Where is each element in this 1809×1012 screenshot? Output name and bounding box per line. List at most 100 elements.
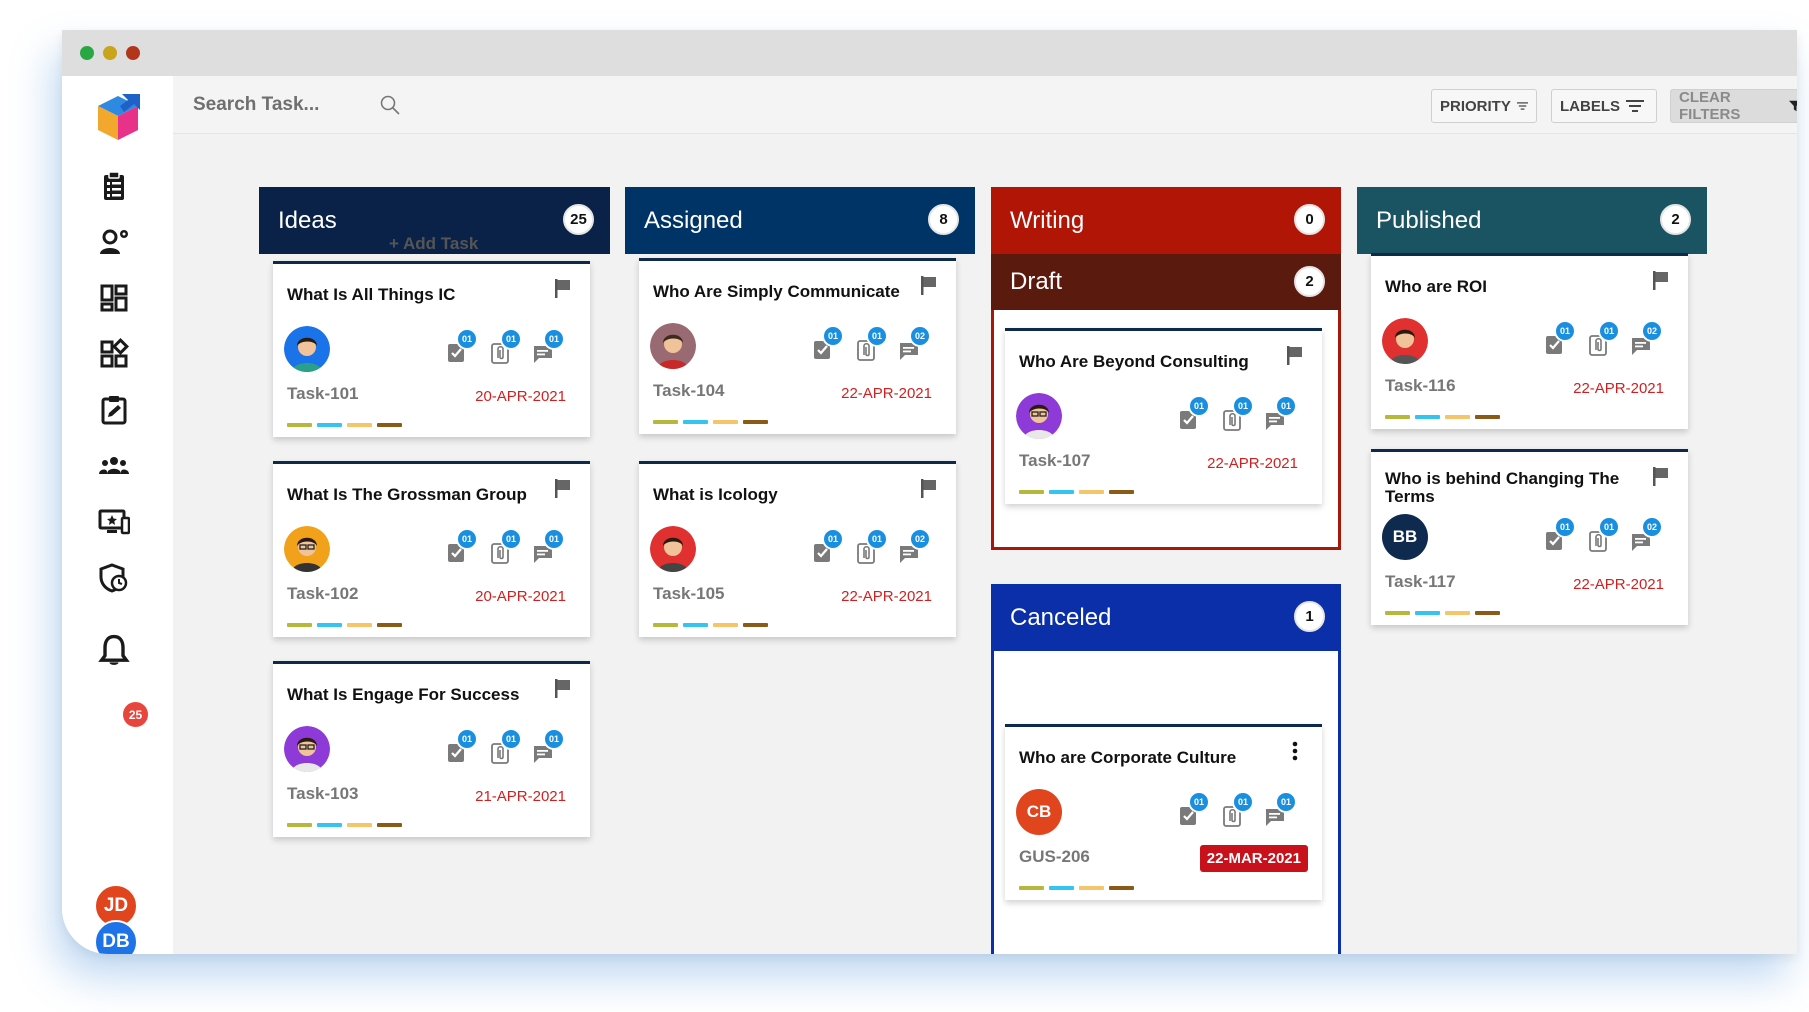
checklist-indicator[interactable]: 01 [1178,791,1210,829]
checklist-indicator[interactable]: 01 [1178,395,1210,433]
labels-filter-button[interactable]: LABELS [1551,89,1657,123]
comment-indicator[interactable]: 01 [533,728,565,766]
checklist-indicator[interactable]: 01 [1544,320,1576,358]
label-chip [683,420,708,424]
user-settings-icon[interactable] [98,226,130,258]
attachment-count: 01 [500,328,522,350]
comment-indicator[interactable]: 02 [899,325,931,363]
task-card-task-105[interactable]: What is Icology 01 01 02 Task-105 22-APR… [639,461,956,637]
flag-icon[interactable] [553,678,573,698]
task-card-task-116[interactable]: Who are ROI 01 01 02 Task-116 22-APR-202… [1371,253,1688,429]
attachment-indicator[interactable]: 01 [856,528,888,566]
label-chip [1079,490,1104,494]
label-strip [287,823,402,827]
attachment-indicator[interactable]: 01 [1222,791,1254,829]
task-id: Task-117 [1385,572,1456,591]
attachment-indicator[interactable]: 01 [1588,320,1620,358]
assignee-avatar[interactable] [284,526,330,572]
comment-count: 01 [543,528,565,550]
assignee-avatar[interactable] [284,726,330,772]
assignee-avatar[interactable] [1016,393,1062,439]
label-chip [653,420,678,424]
task-title: What Is All Things IC [287,285,456,304]
attachment-indicator[interactable]: 01 [490,728,522,766]
label-chip [377,623,402,627]
clear-filters-button[interactable]: CLEAR FILTERS [1670,89,1797,123]
comment-indicator[interactable]: 01 [533,328,565,366]
label-chip [713,623,738,627]
task-title: Who are Corporate Culture [1019,748,1237,767]
checklist-count: 01 [1188,395,1210,417]
task-card-task-107[interactable]: Who Are Beyond Consulting 01 01 01 Task-… [1005,328,1322,504]
search-input[interactable] [193,90,393,120]
window-close-button[interactable] [126,46,140,60]
task-card-gus-206[interactable]: Who are Corporate Culture CB 01 01 01 GU… [1005,724,1322,900]
search-icon[interactable] [379,94,401,116]
checklist-indicator[interactable]: 01 [1544,516,1576,554]
label-chip [653,623,678,627]
assignee-avatar[interactable] [1382,318,1428,364]
flag-icon[interactable] [553,478,573,498]
attachment-count: 01 [500,528,522,550]
task-id: Task-103 [287,784,359,803]
label-chip [1385,415,1410,419]
assignee-avatar[interactable] [284,326,330,372]
column-header-assigned: Assigned 8 [625,187,975,254]
team-icon[interactable] [98,450,130,482]
priority-filter-button[interactable]: PRIORITY [1431,89,1537,123]
comment-indicator[interactable]: 01 [1265,791,1297,829]
comment-indicator[interactable]: 02 [1631,516,1663,554]
card-more-options-icon[interactable] [1285,741,1305,761]
assignee-initials-avatar[interactable]: BB [1382,514,1428,560]
task-card-task-103[interactable]: What Is Engage For Success 01 01 01 Task… [273,661,590,837]
assignee-avatar[interactable] [650,526,696,572]
window-maximize-button[interactable] [80,46,94,60]
task-card-task-104[interactable]: Who Are Simply Communicate 01 01 02 Task… [639,258,956,434]
checklist-indicator[interactable]: 01 [446,728,478,766]
add-task-button[interactable]: + Add Task [389,234,478,254]
comment-indicator[interactable]: 02 [899,528,931,566]
task-card-task-117[interactable]: Who is behind Changing The Terms BB 01 0… [1371,449,1688,625]
checklist-indicator[interactable]: 01 [812,528,844,566]
attachment-count: 01 [1232,791,1254,813]
bell-icon[interactable] [96,632,132,668]
user-avatar-db[interactable]: DB [94,920,138,954]
attachment-indicator[interactable]: 01 [1222,395,1254,433]
label-chip [1415,611,1440,615]
comment-indicator[interactable]: 01 [1265,395,1297,433]
flag-icon[interactable] [919,275,939,295]
flag-icon[interactable] [1285,345,1305,365]
widgets-icon[interactable] [98,338,130,370]
flag-icon[interactable] [553,278,573,298]
attachment-indicator[interactable]: 01 [856,325,888,363]
comment-indicator[interactable]: 01 [533,528,565,566]
flag-icon[interactable] [1651,270,1671,290]
column-title: Writing [1010,206,1085,234]
dashboard-icon[interactable] [98,282,130,314]
edit-task-icon[interactable] [98,394,130,426]
label-strip [653,420,768,424]
flag-icon[interactable] [919,478,939,498]
assignee-avatar[interactable] [650,323,696,369]
flag-icon[interactable] [1651,466,1671,486]
column-count-badge: 25 [563,204,594,235]
assignee-initials-avatar[interactable]: CB [1016,789,1062,835]
checklist-indicator[interactable]: 01 [812,325,844,363]
shield-clock-icon[interactable] [98,562,130,594]
monitor-star-icon[interactable] [98,506,130,538]
app-logo-icon[interactable] [94,92,142,144]
task-card-task-101[interactable]: What Is All Things IC 01 01 01 Task-101 … [273,261,590,437]
comment-count: 02 [1641,516,1663,538]
task-card-task-102[interactable]: What Is The Grossman Group 01 01 01 Task… [273,461,590,637]
checklist-indicator[interactable]: 01 [446,328,478,366]
task-id: Task-102 [287,584,359,603]
checklist-indicator[interactable]: 01 [446,528,478,566]
attachment-indicator[interactable]: 01 [490,528,522,566]
window-minimize-button[interactable] [103,46,117,60]
attachment-indicator[interactable]: 01 [490,328,522,366]
task-title: What is Icology [653,485,778,504]
attachment-indicator[interactable]: 01 [1588,516,1620,554]
comment-indicator[interactable]: 02 [1631,320,1663,358]
clipboard-list-icon[interactable] [98,170,130,202]
label-chip [317,823,342,827]
